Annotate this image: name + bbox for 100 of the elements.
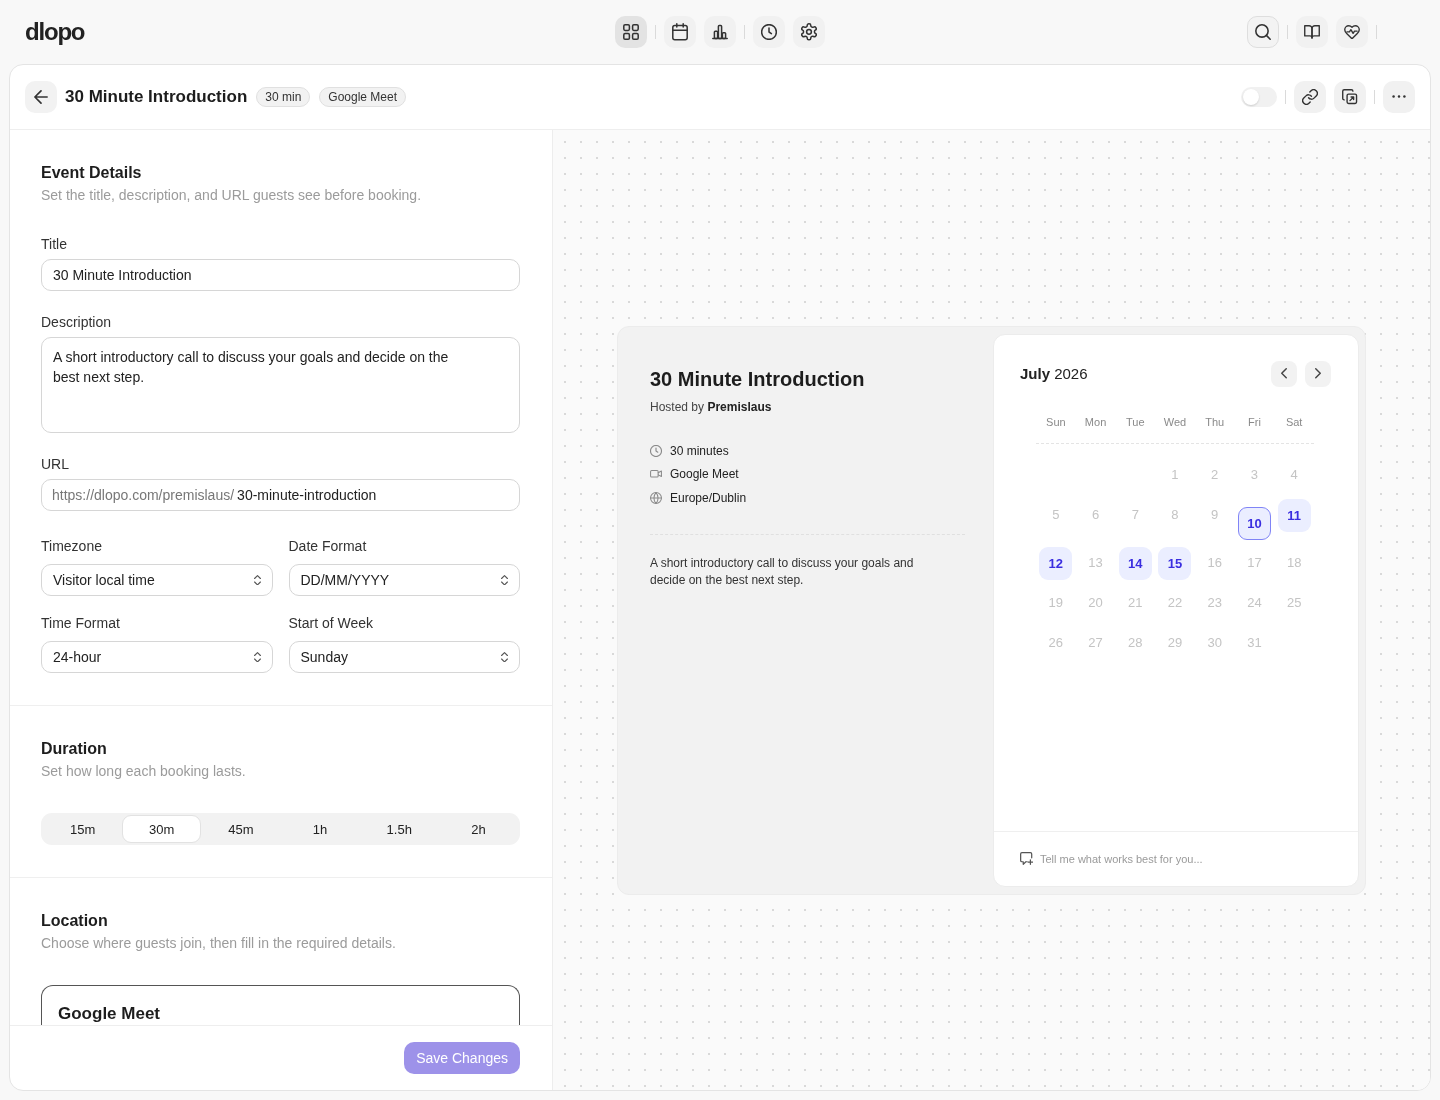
- chevron-left-icon: [1281, 368, 1287, 379]
- description-textarea[interactable]: A short introductory call to discuss your goals and decide on the best next step.: [41, 337, 520, 433]
- globe-icon: [650, 491, 662, 504]
- available-day[interactable]: 11: [1277, 498, 1311, 532]
- weekday-label: Sun: [1045, 414, 1067, 430]
- link-icon: [1302, 89, 1318, 105]
- weekday-label: Mon: [1083, 414, 1108, 430]
- heart-pulse-icon: [1344, 24, 1360, 40]
- event-detail: Europe/Dublin: [670, 489, 747, 506]
- duration-option[interactable]: 1.5h: [359, 815, 439, 843]
- select-field[interactable]: Visitor local time: [41, 564, 273, 596]
- day-number: 28: [1127, 635, 1144, 651]
- select-field[interactable]: 24-hour: [41, 641, 273, 673]
- field-label: URL: [41, 455, 70, 474]
- event-detail: Google Meet: [670, 466, 739, 482]
- title-input[interactable]: 30 Minute Introduction: [41, 259, 520, 291]
- chart-button[interactable]: [704, 16, 736, 48]
- chevrons-up-down-icon: [253, 574, 261, 586]
- heart-button[interactable]: [1336, 16, 1368, 48]
- book-button[interactable]: [1296, 16, 1328, 48]
- day-number: 21: [1127, 595, 1144, 611]
- calendar-button[interactable]: [664, 16, 696, 48]
- clock-icon: [650, 444, 662, 457]
- section-description: Set how long each booking lasts.: [41, 762, 247, 781]
- weekday-label: Fri: [1247, 414, 1262, 430]
- more-icon: [1392, 95, 1406, 99]
- day-number: 17: [1246, 555, 1263, 571]
- day-number: 2: [1210, 467, 1220, 483]
- day-number: 31: [1246, 635, 1263, 651]
- field-label: Start of Week: [288, 614, 375, 633]
- select-field[interactable]: Sunday: [288, 641, 520, 673]
- link-button[interactable]: [1294, 81, 1326, 113]
- day-number: 6: [1090, 507, 1101, 523]
- grid-button[interactable]: [615, 16, 647, 48]
- day-number: 23: [1206, 595, 1223, 611]
- select-field[interactable]: DD/MM/YYYY: [288, 564, 520, 596]
- weekday-label: Tue: [1125, 414, 1146, 430]
- weekday-label: Wed: [1162, 414, 1188, 430]
- chat-plus-icon: [1020, 852, 1033, 865]
- available-day[interactable]: 12: [1039, 546, 1073, 580]
- clock-icon: [761, 24, 777, 40]
- duration-option[interactable]: 1h: [280, 815, 360, 843]
- arrow-left-icon: [34, 90, 48, 104]
- day-number: 13: [1087, 555, 1104, 571]
- chevrons-up-down-icon: [501, 651, 508, 663]
- search-button[interactable]: [1247, 16, 1279, 48]
- host-line: Hosted by Premislaus: [650, 398, 773, 415]
- day-number: 5: [1051, 507, 1061, 523]
- day-number: 20: [1087, 595, 1104, 611]
- available-day[interactable]: 14: [1118, 546, 1152, 580]
- field-label: Title: [41, 235, 68, 254]
- next-month-button[interactable]: [1305, 360, 1331, 387]
- event-detail: 30 minutes: [670, 442, 729, 459]
- available-day[interactable]: 10: [1237, 506, 1271, 540]
- day-number: 3: [1249, 467, 1260, 483]
- weekday-label: Sat: [1284, 414, 1304, 430]
- settings-button[interactable]: [793, 16, 825, 48]
- day-number: 4: [1289, 467, 1299, 483]
- field-label: Date Format: [288, 537, 368, 556]
- duration-option[interactable]: 45m: [201, 815, 281, 843]
- day-number: 22: [1166, 595, 1184, 611]
- header-tag: 30 min: [256, 87, 311, 107]
- field-label: Description: [41, 313, 113, 332]
- day-number: 16: [1206, 555, 1223, 571]
- clock-button[interactable]: [753, 16, 785, 48]
- calendar-icon: [672, 23, 688, 41]
- previous-month-button[interactable]: [1271, 360, 1297, 387]
- section-heading: Duration: [41, 739, 108, 759]
- back-button[interactable]: [25, 81, 57, 113]
- settings-icon: [801, 23, 817, 41]
- url-input[interactable]: https://dlopo.com/premislaus/ 30-minute-introduction: [41, 479, 520, 511]
- field-label: Timezone: [41, 537, 103, 556]
- search-icon: [1255, 24, 1271, 40]
- duration-option[interactable]: 2h: [438, 815, 518, 843]
- section-heading: Location: [41, 911, 109, 931]
- day-number: 18: [1285, 555, 1303, 571]
- weekday-label: Thu: [1204, 414, 1226, 430]
- field-label: Time Format: [41, 614, 121, 633]
- section-description: Set the title, description, and URL guests see before booking.: [41, 186, 423, 205]
- month-title: July 2026: [1020, 363, 1088, 384]
- duration-option[interactable]: 15m: [43, 815, 123, 843]
- duplicate-button[interactable]: [1334, 81, 1366, 113]
- day-number: 30: [1206, 635, 1223, 651]
- duration-option[interactable]: 30m: [122, 815, 202, 843]
- day-number: 1: [1170, 467, 1180, 483]
- available-day[interactable]: 15: [1158, 546, 1192, 580]
- day-number: 29: [1166, 635, 1184, 651]
- location-option-card[interactable]: Google Meet: [41, 985, 520, 1025]
- chevron-right-icon: [1315, 368, 1321, 379]
- event-title: 30 Minute Introduction: [650, 366, 866, 392]
- video-icon: [650, 470, 662, 478]
- day-number: 7: [1130, 507, 1140, 523]
- note-input[interactable]: Tell me what works best for you...: [1040, 852, 1332, 865]
- duplicate-icon: [1342, 89, 1358, 105]
- day-number: 19: [1047, 595, 1065, 611]
- event-description: A short introductory call to discuss your goals and decide on the best next step.: [650, 554, 915, 589]
- toggle-switch[interactable]: [1241, 87, 1277, 107]
- open-book-icon: [1304, 25, 1320, 39]
- day-number: 26: [1047, 635, 1065, 651]
- day-number: 27: [1087, 635, 1104, 651]
